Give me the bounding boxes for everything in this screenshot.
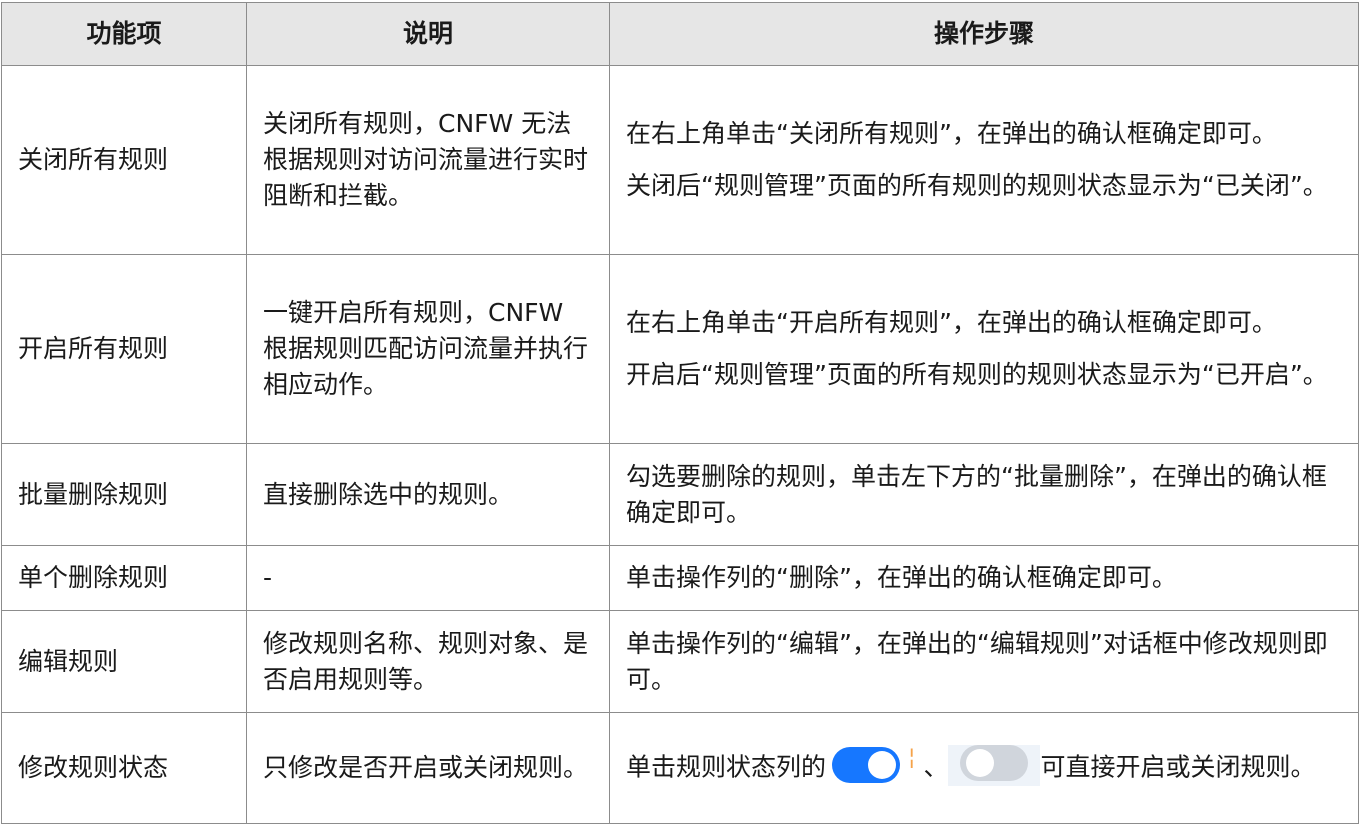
toggle-knob [966,748,995,777]
function-name: 批量删除规则 [1,443,247,546]
step-text-before: 单击规则状态列的 [626,752,827,781]
table-row: 关闭所有规则 关闭所有规则，CNFW 无法根据规则对访问流量进行实时阻断和拦截。… [1,65,1359,255]
function-name: 修改规则状态 [1,712,247,824]
step-text-after: 可直接开启或关闭规则。 [1040,752,1316,781]
table-row: 修改规则状态 只修改是否开启或关闭规则。 单击规则状态列的 ¦ 、 可直接开启或关闭规… [1,712,1359,824]
table-row: 开启所有规则 一键开启所有规则，CNFW 根据规则匹配访问流量并执行相应动作。 … [1,254,1359,444]
step-separator: 、 [923,752,949,781]
toggle-off-wrapper [948,744,1041,786]
function-name: 编辑规则 [1,610,247,713]
function-name: 关闭所有规则 [1,65,247,255]
step-text: 关闭后“规则管理”页面的所有规则的规则状态显示为“已关闭”。 [626,171,1328,200]
step-text: 单击操作列的“删除”，在弹出的确认框确定即可。 [626,563,1177,592]
function-steps: 单击操作列的“编辑”，在弹出的“编辑规则”对话框中修改规则即可。 [609,610,1359,713]
table-row: 编辑规则 修改规则名称、规则对象、是否启用规则等。 单击操作列的“编辑”，在弹出… [1,610,1359,713]
step-text: 在右上角单击“关闭所有规则”，在弹出的确认框确定即可。 [626,119,1277,148]
function-steps: 勾选要删除的规则，单击左下方的“批量删除”，在弹出的确认框确定即可。 [609,443,1359,546]
function-description: 直接删除选中的规则。 [246,443,610,546]
step-text: 勾选要删除的规则，单击左下方的“批量删除”，在弹出的确认框确定即可。 [626,461,1327,527]
toggle-knob [868,751,897,779]
function-steps: 单击操作列的“删除”，在弹出的确认框确定即可。 [609,545,1359,611]
step-text: 单击规则状态列的 ¦ 、 可直接开启或关闭规则。 [626,744,1342,789]
cursor-icon: ¦ [908,745,916,770]
toggle-on-icon [832,747,901,783]
toggle-off-icon [960,744,1029,781]
function-name: 开启所有规则 [1,254,247,444]
header-function: 功能项 [1,2,247,66]
header-description: 说明 [246,2,610,66]
function-description: 修改规则名称、规则对象、是否启用规则等。 [246,610,610,713]
table-row: 单个删除规则 - 单击操作列的“删除”，在弹出的确认框确定即可。 [1,545,1359,611]
function-description: 只修改是否开启或关闭规则。 [246,712,610,824]
step-text: 开启后“规则管理”页面的所有规则的规则状态显示为“已开启”。 [626,360,1328,389]
function-description: 关闭所有规则，CNFW 无法根据规则对访问流量进行实时阻断和拦截。 [246,65,610,255]
function-name: 单个删除规则 [1,545,247,611]
step-text: 在右上角单击“开启所有规则”，在弹出的确认框确定即可。 [626,308,1277,337]
function-description: - [246,545,610,611]
table-row: 批量删除规则 直接删除选中的规则。 勾选要删除的规则，单击左下方的“批量删除”，… [1,443,1359,546]
function-description: 一键开启所有规则，CNFW 根据规则匹配访问流量并执行相应动作。 [246,254,610,444]
function-steps: 在右上角单击“关闭所有规则”，在弹出的确认框确定即可。 关闭后“规则管理”页面的… [609,65,1359,255]
function-steps: 单击规则状态列的 ¦ 、 可直接开启或关闭规则。 [609,712,1359,824]
step-text: 单击操作列的“编辑”，在弹出的“编辑规则”对话框中修改规则即可。 [626,628,1328,694]
function-steps: 在右上角单击“开启所有规则”，在弹出的确认框确定即可。 开启后“规则管理”页面的… [609,254,1359,444]
header-steps: 操作步骤 [609,2,1359,66]
table-header-row: 功能项 说明 操作步骤 [1,2,1359,66]
function-table: 功能项 说明 操作步骤 关闭所有规则 关闭所有规则，CNFW 无法根据规则对访问… [1,2,1359,824]
